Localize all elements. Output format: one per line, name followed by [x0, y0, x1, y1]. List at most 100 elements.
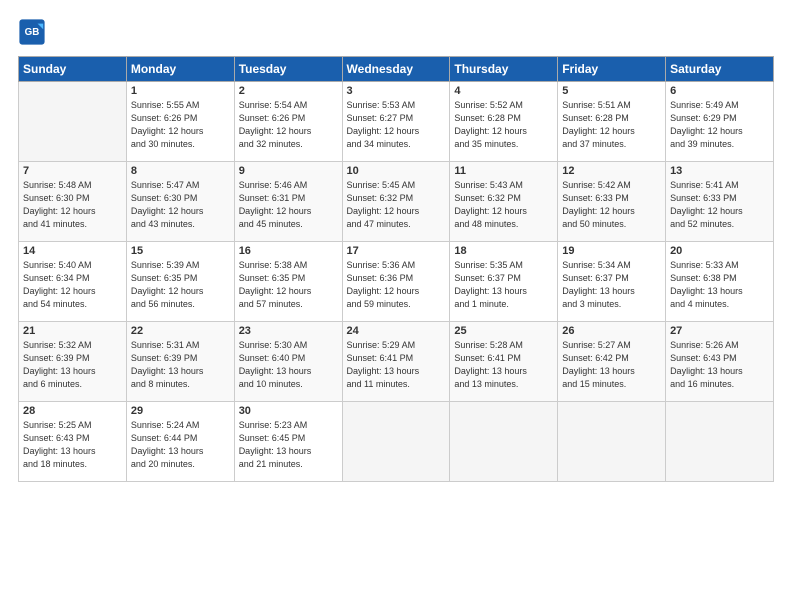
day-number: 6 — [670, 85, 769, 97]
day-cell: 4 Sunrise: 5:52 AM Sunset: 6:28 PM Daylig… — [450, 82, 558, 162]
day-number: 30 — [239, 405, 338, 417]
week-row-4: 21 Sunrise: 5:32 AM Sunset: 6:39 PM Dayli… — [19, 322, 774, 402]
col-header-thursday: Thursday — [450, 57, 558, 82]
day-info: Sunrise: 5:33 AM Sunset: 6:38 PM Dayligh… — [670, 259, 769, 311]
day-cell: 27 Sunrise: 5:26 AM Sunset: 6:43 PM Dayli… — [666, 322, 774, 402]
day-cell: 9 Sunrise: 5:46 AM Sunset: 6:31 PM Daylig… — [234, 162, 342, 242]
day-cell — [19, 82, 127, 162]
day-cell: 30 Sunrise: 5:23 AM Sunset: 6:45 PM Dayli… — [234, 402, 342, 482]
day-cell: 8 Sunrise: 5:47 AM Sunset: 6:30 PM Daylig… — [126, 162, 234, 242]
day-number: 25 — [454, 325, 553, 337]
day-info: Sunrise: 5:30 AM Sunset: 6:40 PM Dayligh… — [239, 339, 338, 391]
day-number: 24 — [347, 325, 446, 337]
day-info: Sunrise: 5:51 AM Sunset: 6:28 PM Dayligh… — [562, 99, 661, 151]
day-cell — [558, 402, 666, 482]
day-number: 13 — [670, 165, 769, 177]
day-number: 15 — [131, 245, 230, 257]
day-info: Sunrise: 5:47 AM Sunset: 6:30 PM Dayligh… — [131, 179, 230, 231]
day-cell: 3Sunrise: 5:53 AM Sunset: 6:27 PM Daylig… — [342, 82, 450, 162]
day-info: Sunrise: 5:36 AM Sunset: 6:36 PM Dayligh… — [347, 259, 446, 311]
day-number: 4 — [454, 85, 553, 97]
day-cell: 25 Sunrise: 5:28 AM Sunset: 6:41 PM Dayli… — [450, 322, 558, 402]
day-number: 17 — [347, 245, 446, 257]
col-header-sunday: Sunday — [19, 57, 127, 82]
col-header-tuesday: Tuesday — [234, 57, 342, 82]
day-info: Sunrise: 5:27 AM Sunset: 6:42 PM Dayligh… — [562, 339, 661, 391]
header: GB — [18, 18, 774, 46]
day-cell: 5 Sunrise: 5:51 AM Sunset: 6:28 PM Daylig… — [558, 82, 666, 162]
day-cell: 24 Sunrise: 5:29 AM Sunset: 6:41 PM Dayli… — [342, 322, 450, 402]
day-info: Sunrise: 5:53 AM Sunset: 6:27 PM Dayligh… — [347, 99, 446, 151]
day-cell: 11 Sunrise: 5:43 AM Sunset: 6:32 PM Dayli… — [450, 162, 558, 242]
day-info: Sunrise: 5:39 AM Sunset: 6:35 PM Dayligh… — [131, 259, 230, 311]
day-cell — [450, 402, 558, 482]
day-info: Sunrise: 5:43 AM Sunset: 6:32 PM Dayligh… — [454, 179, 553, 231]
header-row: SundayMondayTuesdayWednesdayThursdayFrid… — [19, 57, 774, 82]
day-cell: 10 Sunrise: 5:45 AM Sunset: 6:32 PM Dayli… — [342, 162, 450, 242]
day-cell: 28 Sunrise: 5:25 AM Sunset: 6:43 PM Dayli… — [19, 402, 127, 482]
day-cell: 23 Sunrise: 5:30 AM Sunset: 6:40 PM Dayli… — [234, 322, 342, 402]
day-info: Sunrise: 5:55 AM Sunset: 6:26 PM Dayligh… — [131, 99, 230, 151]
day-number: 7 — [23, 165, 122, 177]
day-number: 21 — [23, 325, 122, 337]
day-info: Sunrise: 5:46 AM Sunset: 6:31 PM Dayligh… — [239, 179, 338, 231]
day-info: Sunrise: 5:24 AM Sunset: 6:44 PM Dayligh… — [131, 419, 230, 471]
day-number: 28 — [23, 405, 122, 417]
day-cell: 15 Sunrise: 5:39 AM Sunset: 6:35 PM Dayli… — [126, 242, 234, 322]
day-cell: 7 Sunrise: 5:48 AM Sunset: 6:30 PM Daylig… — [19, 162, 127, 242]
day-cell: 1 Sunrise: 5:55 AM Sunset: 6:26 PM Daylig… — [126, 82, 234, 162]
logo: GB — [18, 18, 48, 46]
day-cell: 26 Sunrise: 5:27 AM Sunset: 6:42 PM Dayli… — [558, 322, 666, 402]
col-header-monday: Monday — [126, 57, 234, 82]
logo-icon: GB — [18, 18, 46, 46]
svg-text:GB: GB — [25, 27, 40, 38]
day-info: Sunrise: 5:25 AM Sunset: 6:43 PM Dayligh… — [23, 419, 122, 471]
day-cell: 22Sunrise: 5:31 AM Sunset: 6:39 PM Dayli… — [126, 322, 234, 402]
day-cell: 21 Sunrise: 5:32 AM Sunset: 6:39 PM Dayli… — [19, 322, 127, 402]
day-info: Sunrise: 5:48 AM Sunset: 6:30 PM Dayligh… — [23, 179, 122, 231]
day-cell: 6 Sunrise: 5:49 AM Sunset: 6:29 PM Daylig… — [666, 82, 774, 162]
day-info: Sunrise: 5:45 AM Sunset: 6:32 PM Dayligh… — [347, 179, 446, 231]
week-row-3: 14Sunrise: 5:40 AM Sunset: 6:34 PM Dayli… — [19, 242, 774, 322]
day-cell: 13Sunrise: 5:41 AM Sunset: 6:33 PM Dayli… — [666, 162, 774, 242]
day-info: Sunrise: 5:32 AM Sunset: 6:39 PM Dayligh… — [23, 339, 122, 391]
day-info: Sunrise: 5:28 AM Sunset: 6:41 PM Dayligh… — [454, 339, 553, 391]
day-number: 11 — [454, 165, 553, 177]
day-number: 29 — [131, 405, 230, 417]
day-cell — [666, 402, 774, 482]
day-info: Sunrise: 5:35 AM Sunset: 6:37 PM Dayligh… — [454, 259, 553, 311]
day-number: 18 — [454, 245, 553, 257]
day-number: 9 — [239, 165, 338, 177]
col-header-friday: Friday — [558, 57, 666, 82]
day-cell: 18 Sunrise: 5:35 AM Sunset: 6:37 PM Dayli… — [450, 242, 558, 322]
day-number: 1 — [131, 85, 230, 97]
day-number: 23 — [239, 325, 338, 337]
day-cell: 2Sunrise: 5:54 AM Sunset: 6:26 PM Daylig… — [234, 82, 342, 162]
day-info: Sunrise: 5:38 AM Sunset: 6:35 PM Dayligh… — [239, 259, 338, 311]
day-info: Sunrise: 5:34 AM Sunset: 6:37 PM Dayligh… — [562, 259, 661, 311]
day-cell: 16Sunrise: 5:38 AM Sunset: 6:35 PM Dayli… — [234, 242, 342, 322]
day-number: 12 — [562, 165, 661, 177]
day-number: 27 — [670, 325, 769, 337]
day-info: Sunrise: 5:23 AM Sunset: 6:45 PM Dayligh… — [239, 419, 338, 471]
day-cell: 17 Sunrise: 5:36 AM Sunset: 6:36 PM Dayli… — [342, 242, 450, 322]
day-cell: 14Sunrise: 5:40 AM Sunset: 6:34 PM Dayli… — [19, 242, 127, 322]
day-info: Sunrise: 5:29 AM Sunset: 6:41 PM Dayligh… — [347, 339, 446, 391]
col-header-wednesday: Wednesday — [342, 57, 450, 82]
day-info: Sunrise: 5:52 AM Sunset: 6:28 PM Dayligh… — [454, 99, 553, 151]
day-info: Sunrise: 5:54 AM Sunset: 6:26 PM Dayligh… — [239, 99, 338, 151]
col-header-saturday: Saturday — [666, 57, 774, 82]
day-number: 20 — [670, 245, 769, 257]
day-cell: 29 Sunrise: 5:24 AM Sunset: 6:44 PM Dayli… — [126, 402, 234, 482]
day-info: Sunrise: 5:26 AM Sunset: 6:43 PM Dayligh… — [670, 339, 769, 391]
day-number: 10 — [347, 165, 446, 177]
day-number: 8 — [131, 165, 230, 177]
week-row-5: 28 Sunrise: 5:25 AM Sunset: 6:43 PM Dayli… — [19, 402, 774, 482]
day-info: Sunrise: 5:49 AM Sunset: 6:29 PM Dayligh… — [670, 99, 769, 151]
day-number: 5 — [562, 85, 661, 97]
week-row-2: 7 Sunrise: 5:48 AM Sunset: 6:30 PM Daylig… — [19, 162, 774, 242]
day-number: 22 — [131, 325, 230, 337]
calendar-table: SundayMondayTuesdayWednesdayThursdayFrid… — [18, 56, 774, 482]
day-info: Sunrise: 5:42 AM Sunset: 6:33 PM Dayligh… — [562, 179, 661, 231]
day-number: 26 — [562, 325, 661, 337]
